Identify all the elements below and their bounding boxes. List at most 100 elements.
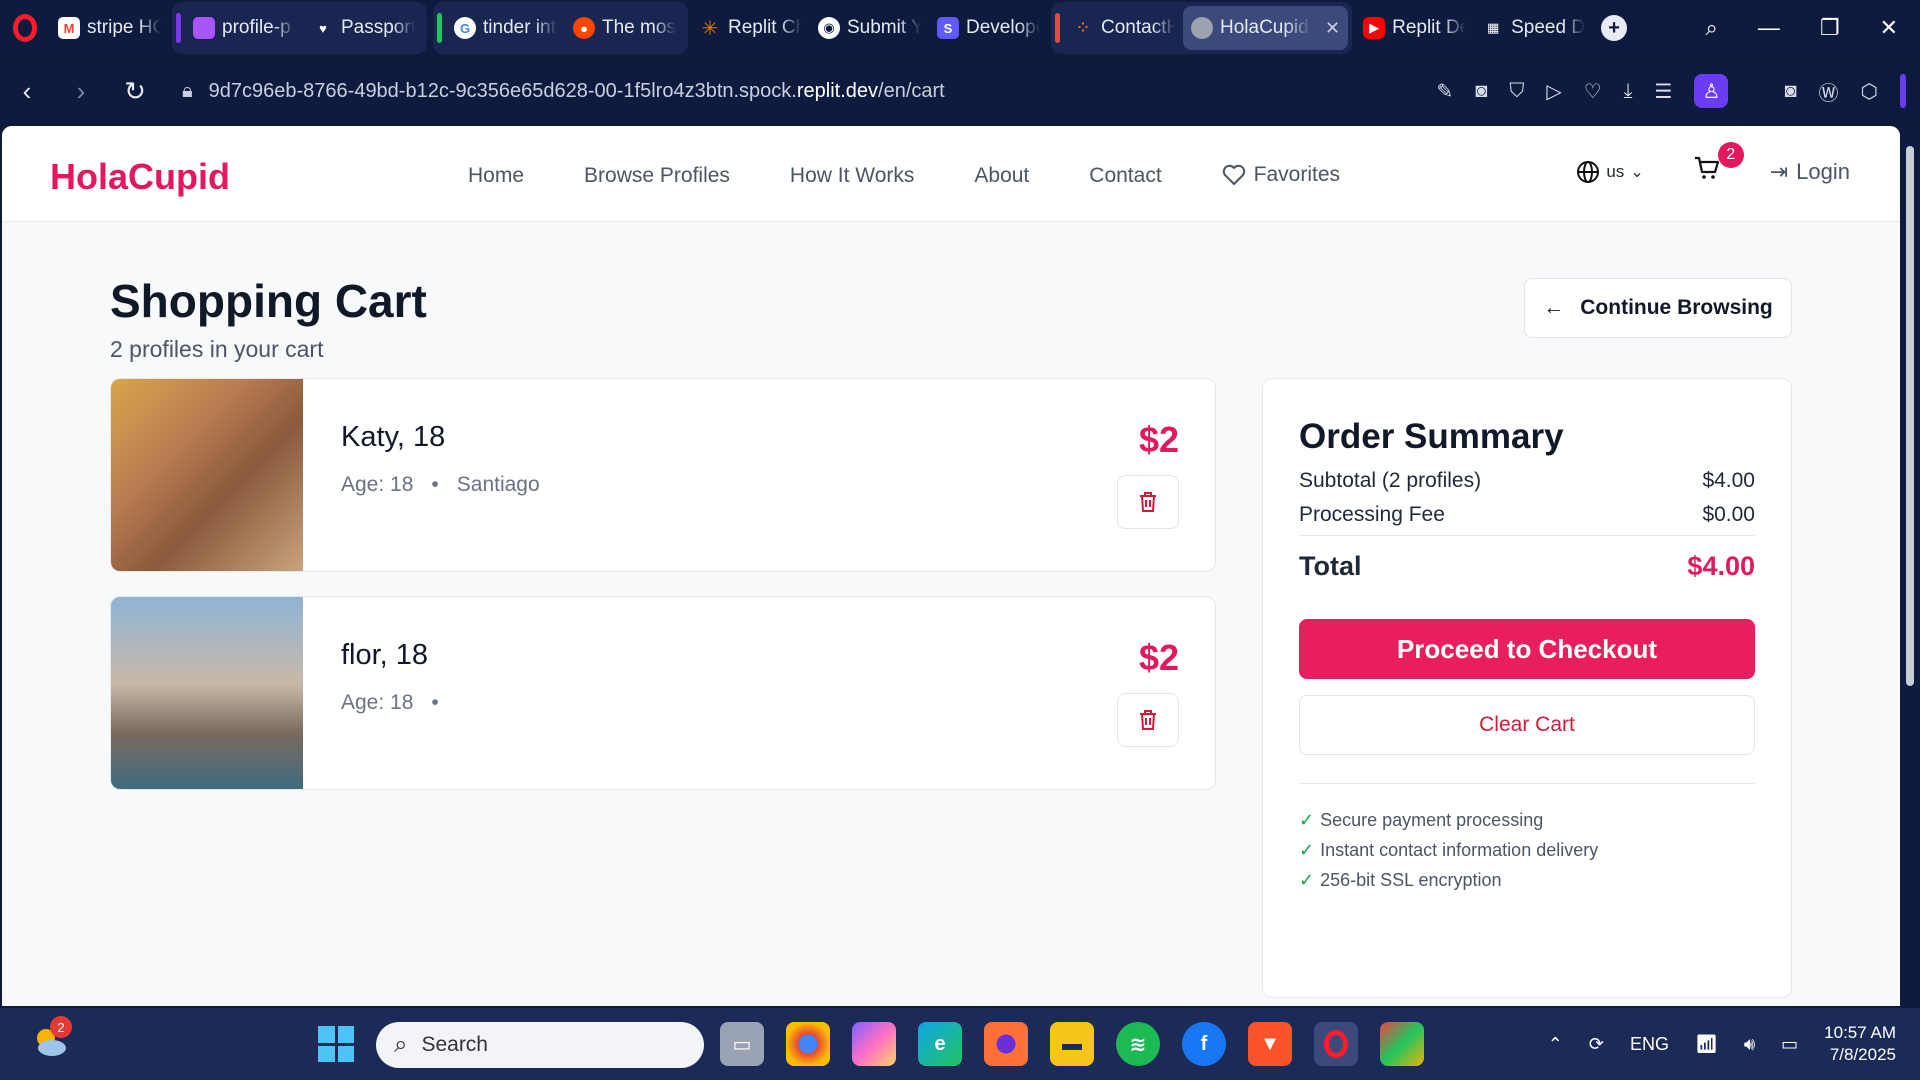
- back-button[interactable]: ‹: [0, 76, 54, 107]
- firefox-icon[interactable]: [984, 1022, 1028, 1066]
- wifi-icon[interactable]: 📶︎: [1695, 1034, 1718, 1055]
- tab-group-purple: profile-p ♥ Passport: [172, 2, 427, 54]
- globe-icon: [1577, 160, 1600, 183]
- cart-button[interactable]: 2: [1694, 142, 1744, 187]
- tab-2[interactable]: ♥ Passport: [304, 6, 423, 50]
- profile-age: Age: 18: [341, 691, 414, 714]
- task-view-icon[interactable]: ▭: [720, 1022, 764, 1066]
- close-window-button[interactable]: ✕: [1880, 15, 1898, 41]
- scrollbar-thumb[interactable]: [1906, 146, 1914, 686]
- edge-icon[interactable]: e: [918, 1022, 962, 1066]
- tab-9-active[interactable]: HolaCupid - ✕: [1183, 6, 1349, 50]
- nav-browse-profiles[interactable]: Browse Profiles: [584, 164, 730, 188]
- taskbar-search[interactable]: ⌕ Search: [376, 1022, 704, 1068]
- tab-label: Submit Y: [847, 17, 921, 38]
- nav-about[interactable]: About: [974, 164, 1029, 188]
- chevron-up-icon[interactable]: ⌃: [1548, 1034, 1563, 1055]
- speed-dial-icon: ▦: [1486, 20, 1500, 35]
- copilot-icon[interactable]: [852, 1022, 896, 1066]
- cart-icon: [1694, 156, 1719, 179]
- heart-icon[interactable]: ♡: [1584, 79, 1602, 104]
- sync-icon[interactable]: ⟳: [1589, 1034, 1604, 1055]
- total-row: Total $4.00: [1299, 551, 1755, 582]
- page-scrollbar[interactable]: [1900, 126, 1920, 1006]
- login-link[interactable]: ⇥ Login: [1770, 159, 1850, 185]
- tab-10[interactable]: ▶ Replit De: [1355, 6, 1474, 50]
- tab-5[interactable]: ✳ Replit Ch: [691, 6, 810, 50]
- input-language[interactable]: ENG: [1630, 1034, 1669, 1055]
- subtotal-row: Subtotal (2 profiles) $4.00: [1299, 469, 1755, 493]
- facebook-icon[interactable]: f: [1182, 1022, 1226, 1066]
- nav-contact[interactable]: Contact: [1089, 164, 1161, 188]
- clock[interactable]: 10:57 AM 7/8/2025: [1824, 1022, 1896, 1066]
- reload-button[interactable]: ↻: [108, 76, 162, 107]
- gmail-icon: M: [58, 17, 80, 39]
- start-button[interactable]: [318, 1026, 354, 1062]
- opera-menu-icon[interactable]: [0, 0, 50, 56]
- nav-home[interactable]: Home: [468, 164, 524, 188]
- weather-widget[interactable]: 2: [30, 1016, 72, 1060]
- download-icon[interactable]: ⤓: [1624, 80, 1633, 103]
- easy-setup-icon[interactable]: ☰: [1655, 79, 1673, 104]
- brave-icon[interactable]: ▼: [1248, 1022, 1292, 1066]
- opera-icon[interactable]: [1314, 1022, 1358, 1066]
- tab-11[interactable]: ▦ Speed Di: [1474, 6, 1593, 50]
- shield-icon[interactable]: ⛉: [1509, 80, 1524, 103]
- snapshot-icon[interactable]: ◙: [1784, 80, 1796, 103]
- nav-favorites[interactable]: Favorites: [1222, 162, 1340, 188]
- close-tab-icon[interactable]: ✕: [1325, 18, 1340, 39]
- proceed-to-checkout-button[interactable]: Proceed to Checkout: [1299, 619, 1755, 679]
- profile-meta: Age: 18 • Santiago: [341, 473, 540, 497]
- profile-photo[interactable]: [111, 379, 303, 571]
- winrar-icon[interactable]: [1380, 1022, 1424, 1066]
- forward-button[interactable]: ›: [54, 76, 108, 107]
- url-field[interactable]: 🔒︎ 9d7c96eb-8766-49bd-b12c-9c356e65d628-…: [182, 80, 945, 103]
- search-tabs-icon[interactable]: ⌕: [1706, 15, 1718, 41]
- profile-name[interactable]: flor, 18: [341, 639, 428, 672]
- chrome-icon[interactable]: [786, 1022, 830, 1066]
- restore-button[interactable]: ❐: [1820, 15, 1840, 41]
- total-value: $4.00: [1687, 551, 1755, 581]
- fee-value: $0.00: [1702, 503, 1755, 526]
- tab-1[interactable]: profile-p: [185, 6, 304, 50]
- battery-icon[interactable]: ▭: [1781, 1034, 1798, 1055]
- continue-browsing-button[interactable]: ← Continue Browsing: [1524, 278, 1792, 338]
- play-icon[interactable]: ▷: [1546, 79, 1561, 104]
- profile-icon[interactable]: ♙: [1694, 74, 1729, 108]
- system-tray: ⌃ ⟳ ENG 📶︎ 🔊︎ ▭ 10:57 AM 7/8/2025: [1548, 1008, 1896, 1080]
- cube-icon[interactable]: ⬡: [1861, 79, 1878, 104]
- tab-0[interactable]: Mstripe HC: [50, 6, 169, 50]
- language-selector[interactable]: us ⌄: [1576, 160, 1644, 184]
- tab-group-red: ⁘ ContactH HolaCupid - ✕: [1051, 2, 1353, 54]
- tab-6[interactable]: ◉ Submit Y: [810, 6, 929, 50]
- remove-item-button[interactable]: [1117, 475, 1179, 529]
- stripe-icon: S: [937, 17, 959, 39]
- globe-icon: ◉: [818, 17, 840, 39]
- site-logo[interactable]: HolaCupid: [50, 156, 230, 198]
- chevron-down-icon: ⌄: [1630, 163, 1644, 181]
- minimize-button[interactable]: —: [1758, 15, 1780, 41]
- search-icon: ⌕: [394, 1031, 408, 1058]
- edit-icon[interactable]: ✎: [1436, 79, 1453, 104]
- volume-icon[interactable]: 🔊︎: [1744, 1034, 1755, 1055]
- page-title: Shopping Cart: [110, 275, 427, 327]
- remove-item-button[interactable]: [1117, 693, 1179, 747]
- clear-cart-button[interactable]: Clear Cart: [1299, 695, 1755, 755]
- globe-icon: [1191, 17, 1213, 39]
- profile-name[interactable]: Katy, 18: [341, 421, 445, 454]
- profile-photo[interactable]: [111, 597, 303, 789]
- tab-7[interactable]: S Develope: [929, 6, 1048, 50]
- spotify-icon[interactable]: ≋: [1116, 1022, 1160, 1066]
- nav-how-it-works[interactable]: How It Works: [790, 164, 914, 188]
- tab-8[interactable]: ⁘ ContactH: [1064, 6, 1183, 50]
- camera-icon[interactable]: ◙: [1475, 80, 1487, 103]
- address-bar: ‹ › ↻ 🔒︎ 9d7c96eb-8766-49bd-b12c-9c356e6…: [0, 60, 1920, 122]
- tab-4[interactable]: ● The most: [565, 6, 684, 50]
- tab-label: Passport: [341, 17, 415, 38]
- file-explorer-icon[interactable]: ▬: [1050, 1022, 1094, 1066]
- wallet-icon[interactable]: Ⓦ: [1819, 77, 1839, 106]
- tab-3[interactable]: Gtinder int: [446, 6, 565, 50]
- item-price: $2: [1138, 419, 1179, 460]
- new-tab-button[interactable]: +: [1601, 15, 1628, 41]
- dot-separator: •: [431, 473, 439, 496]
